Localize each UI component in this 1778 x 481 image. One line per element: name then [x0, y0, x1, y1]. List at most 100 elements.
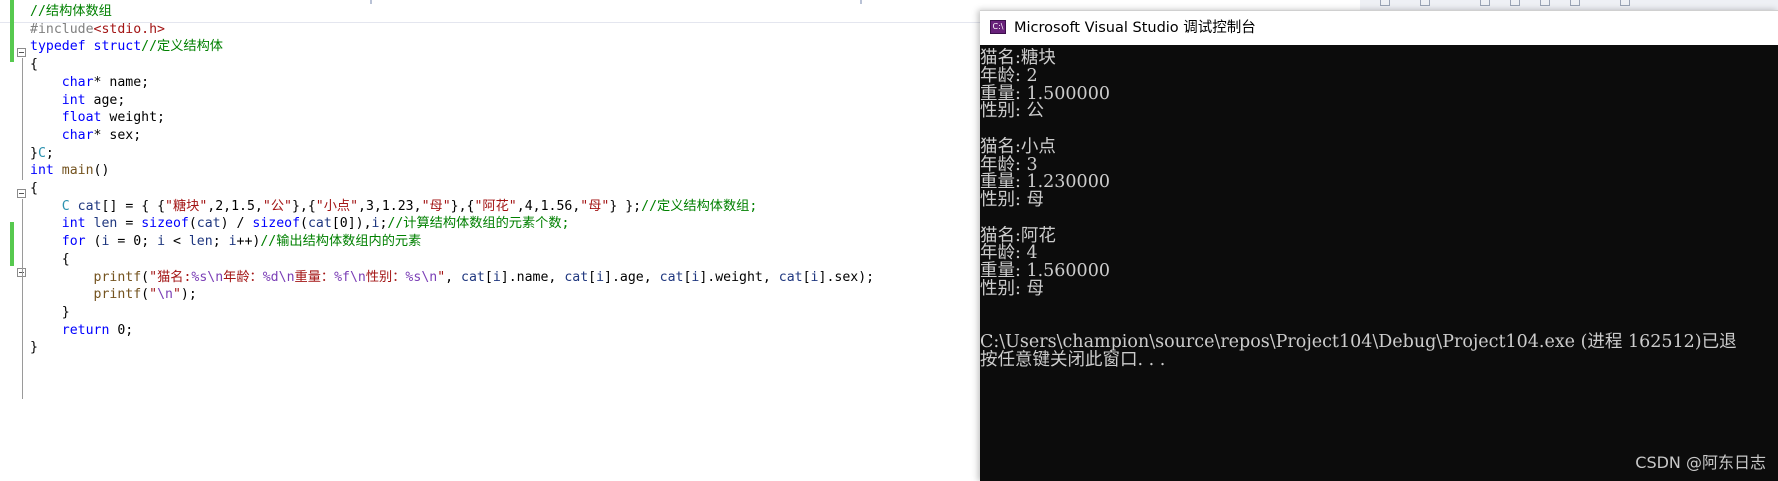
toolbar-icon[interactable]: [1420, 0, 1430, 6]
collapse-toggle-icon[interactable]: [17, 48, 26, 57]
nav-divider: [860, 0, 862, 4]
code-token: \n: [157, 287, 173, 303]
code-token: 重量：: [294, 269, 335, 285]
code-token: ,3,1.23,: [358, 198, 422, 214]
collapse-toggle-icon[interactable]: [17, 189, 26, 198]
code-token: ,4,1.56,: [516, 198, 581, 214]
toolbar-icon[interactable]: [1380, 0, 1390, 6]
code-token: //计算结构体数组的元素个数;: [387, 216, 570, 232]
code-line[interactable]: int main(): [30, 161, 109, 181]
code-token: cat: [196, 216, 221, 232]
code-token: );: [180, 287, 197, 303]
code-token: },{: [291, 198, 316, 214]
code-line[interactable]: return 0;: [30, 321, 133, 341]
code-token: \n: [278, 269, 295, 285]
code-token: {: [30, 251, 70, 267]
code-token: for: [61, 234, 86, 250]
code-token: int: [30, 163, 54, 179]
code-token: struct: [93, 39, 142, 55]
code-token: "猫名:: [149, 269, 192, 285]
code-token: cat: [778, 269, 803, 285]
code-token: cat: [564, 269, 589, 285]
debug-console-window[interactable]: C:\ Microsoft Visual Studio 调试控制台 猫名:糖块年…: [980, 10, 1778, 481]
code-token: {: [30, 181, 38, 196]
code-token: <: [165, 234, 189, 250]
code-token: (): [93, 163, 110, 179]
code-token: [: [484, 269, 493, 285]
code-token: return: [61, 322, 110, 338]
ide-toolbar-strip: [1360, 0, 1778, 10]
code-token: %d: [262, 269, 279, 285]
code-token: //定义结构体数组;: [641, 198, 758, 214]
code-token: age;: [85, 92, 126, 108]
code-token: cat: [461, 269, 485, 285]
toolbar-icon[interactable]: [1570, 0, 1580, 6]
code-token: typedef: [30, 39, 86, 55]
code-token: i: [157, 234, 166, 250]
code-token: },{: [450, 198, 475, 214]
code-editor[interactable]: //结构体数组 #include<stdio.h> typedef struct//…: [0, 0, 980, 481]
code-token: i: [596, 269, 605, 285]
code-token: #include: [30, 21, 94, 37]
code-token: //输出结构体数组内的元素: [260, 234, 422, 250]
code-token: {: [30, 57, 38, 73]
change-marker: [10, 222, 14, 266]
code-token: * name;: [93, 74, 150, 90]
watermark: CSDN @阿东日志: [1635, 453, 1766, 472]
code-token: len: [188, 234, 213, 250]
code-token: "公": [262, 198, 292, 214]
code-token: (: [141, 269, 150, 285]
console-app-icon: C:\: [990, 20, 1006, 34]
code-token: C: [37, 145, 46, 161]
code-line[interactable]: for (i = 0; i < len; i++)//输出结构体数组内的元素: [30, 232, 422, 252]
code-token: }: [30, 340, 38, 356]
code-token: weight;: [101, 110, 165, 126]
code-token: "糖块": [165, 198, 208, 214]
change-marker: [10, 0, 14, 62]
code-token: ;: [212, 234, 229, 250]
code-token: \n: [349, 269, 366, 285]
code-token: sizeof: [252, 216, 301, 232]
fold-guide: [22, 58, 23, 180]
code-line[interactable]: }: [30, 338, 38, 358]
toolbar-icon[interactable]: [1540, 0, 1550, 6]
code-token: 性别：: [365, 269, 406, 285]
code-token: i: [810, 269, 819, 285]
code-token: ].name,: [500, 269, 565, 285]
console-line: 性别: 公: [980, 101, 1044, 122]
code-token: int: [61, 92, 86, 108]
code-token: } };: [609, 198, 642, 214]
toolbar-icon[interactable]: [1480, 0, 1490, 6]
code-token: %s: [405, 269, 422, 285]
code-token: ": [149, 287, 158, 303]
toolbar-icon[interactable]: [1510, 0, 1520, 6]
nav-divider: [370, 0, 372, 4]
code-token: ,: [445, 269, 462, 285]
code-token: float: [61, 110, 102, 126]
toolbar-icon[interactable]: [1620, 0, 1630, 6]
code-token: printf: [93, 287, 142, 303]
code-token: "阿花": [474, 198, 517, 214]
code-token: [] = { {: [101, 198, 166, 214]
console-line: 按任意键关闭此窗口. . .: [980, 349, 1166, 370]
console-titlebar[interactable]: C:\ Microsoft Visual Studio 调试控制台: [980, 10, 1778, 45]
code-token: ].sex);: [818, 269, 875, 285]
code-token: [: [802, 269, 811, 285]
code-token: i: [492, 269, 501, 285]
code-token: cat: [77, 198, 102, 214]
code-token: main: [61, 163, 94, 179]
code-line[interactable]: typedef struct//定义结构体: [30, 37, 223, 57]
code-token: ": [437, 269, 446, 285]
code-token: char: [61, 74, 94, 90]
code-token: printf: [93, 269, 142, 285]
code-token: //定义结构体: [141, 39, 223, 55]
code-token: "母": [580, 198, 610, 214]
